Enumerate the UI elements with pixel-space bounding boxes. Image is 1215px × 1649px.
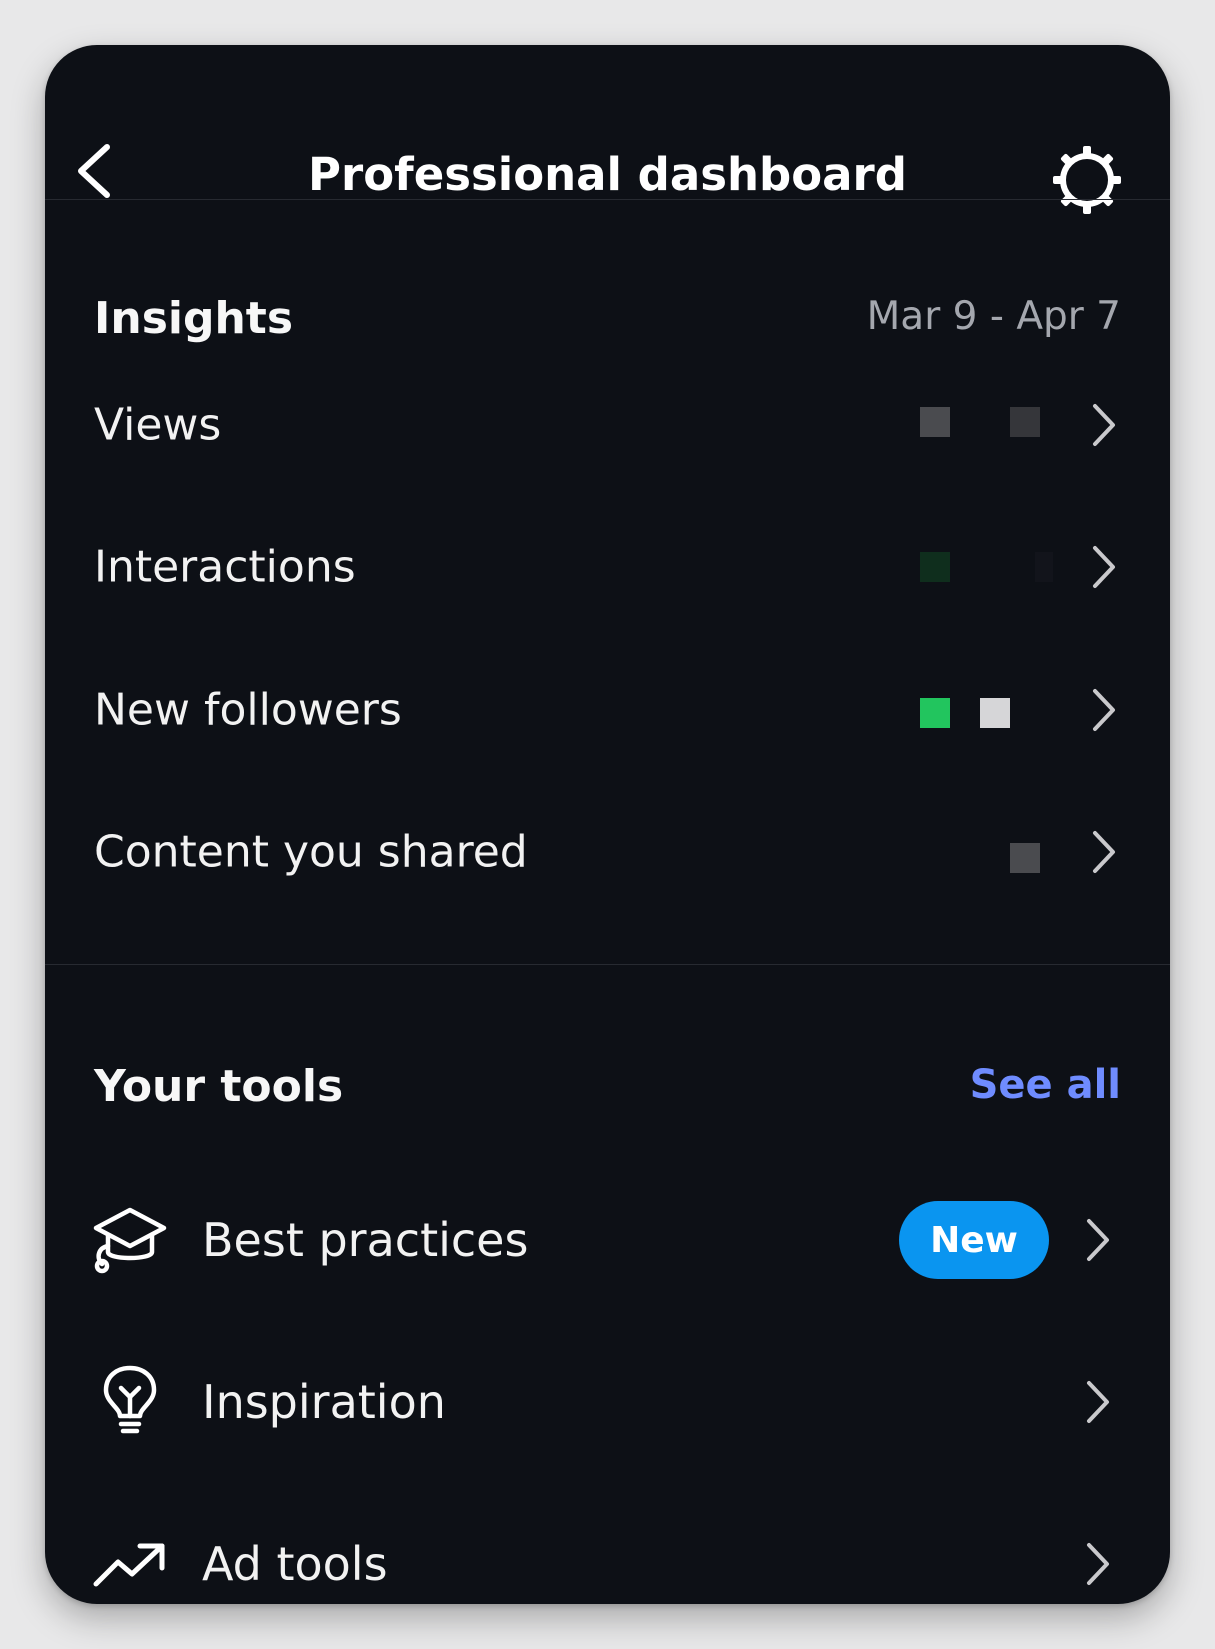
insights-row-interactions[interactable]: Interactions [45, 512, 1170, 622]
tools-title: Your tools [94, 1061, 344, 1112]
chevron-right-icon [1093, 689, 1115, 731]
redacted-value [920, 407, 950, 437]
chevron-right-icon [1093, 404, 1115, 446]
redacted-value [1035, 552, 1053, 582]
graduation-cap-icon [93, 1207, 167, 1274]
row-label: Views [94, 399, 222, 451]
page-title: Professional dashboard [308, 148, 907, 201]
tool-best-practices[interactable]: Best practices New [45, 1180, 1170, 1300]
insights-title: Insights [94, 293, 294, 344]
redacted-value [1010, 843, 1040, 873]
tool-inspiration[interactable]: Inspiration [45, 1342, 1170, 1462]
settings-button[interactable] [1047, 140, 1127, 220]
header-divider [45, 199, 1170, 200]
redacted-value [980, 698, 1010, 728]
redacted-value [920, 698, 950, 728]
tool-label: Ad tools [202, 1537, 388, 1591]
trending-up-icon [93, 1543, 165, 1587]
tool-label: Best practices [202, 1213, 529, 1267]
section-divider [45, 964, 1170, 965]
chevron-right-icon [1087, 1219, 1109, 1261]
chevron-right-icon [1093, 831, 1115, 873]
insights-row-new-followers[interactable]: New followers [45, 655, 1170, 765]
chevron-right-icon [1087, 1381, 1109, 1423]
redacted-value [920, 552, 950, 582]
insights-row-views[interactable]: Views [45, 370, 1170, 480]
see-all-link[interactable]: See all [970, 1062, 1121, 1108]
row-label: Content you shared [94, 826, 528, 878]
chevron-right-icon [1087, 1543, 1109, 1585]
row-label: Interactions [94, 541, 356, 593]
chevron-right-icon [1093, 546, 1115, 588]
new-badge: New [899, 1201, 1049, 1279]
date-range: Mar 9 - Apr 7 [866, 294, 1121, 339]
row-label: New followers [94, 684, 402, 736]
professional-dashboard-panel: Professional dashboard Insights Mar 9 - … [45, 45, 1170, 1604]
lightbulb-icon [103, 1365, 157, 1434]
insights-row-content-shared[interactable]: Content you shared [45, 797, 1170, 907]
tool-label: Inspiration [202, 1375, 446, 1429]
tool-ad-tools[interactable]: Ad tools [45, 1504, 1170, 1604]
gear-icon [1053, 146, 1121, 214]
redacted-value [1010, 407, 1040, 437]
